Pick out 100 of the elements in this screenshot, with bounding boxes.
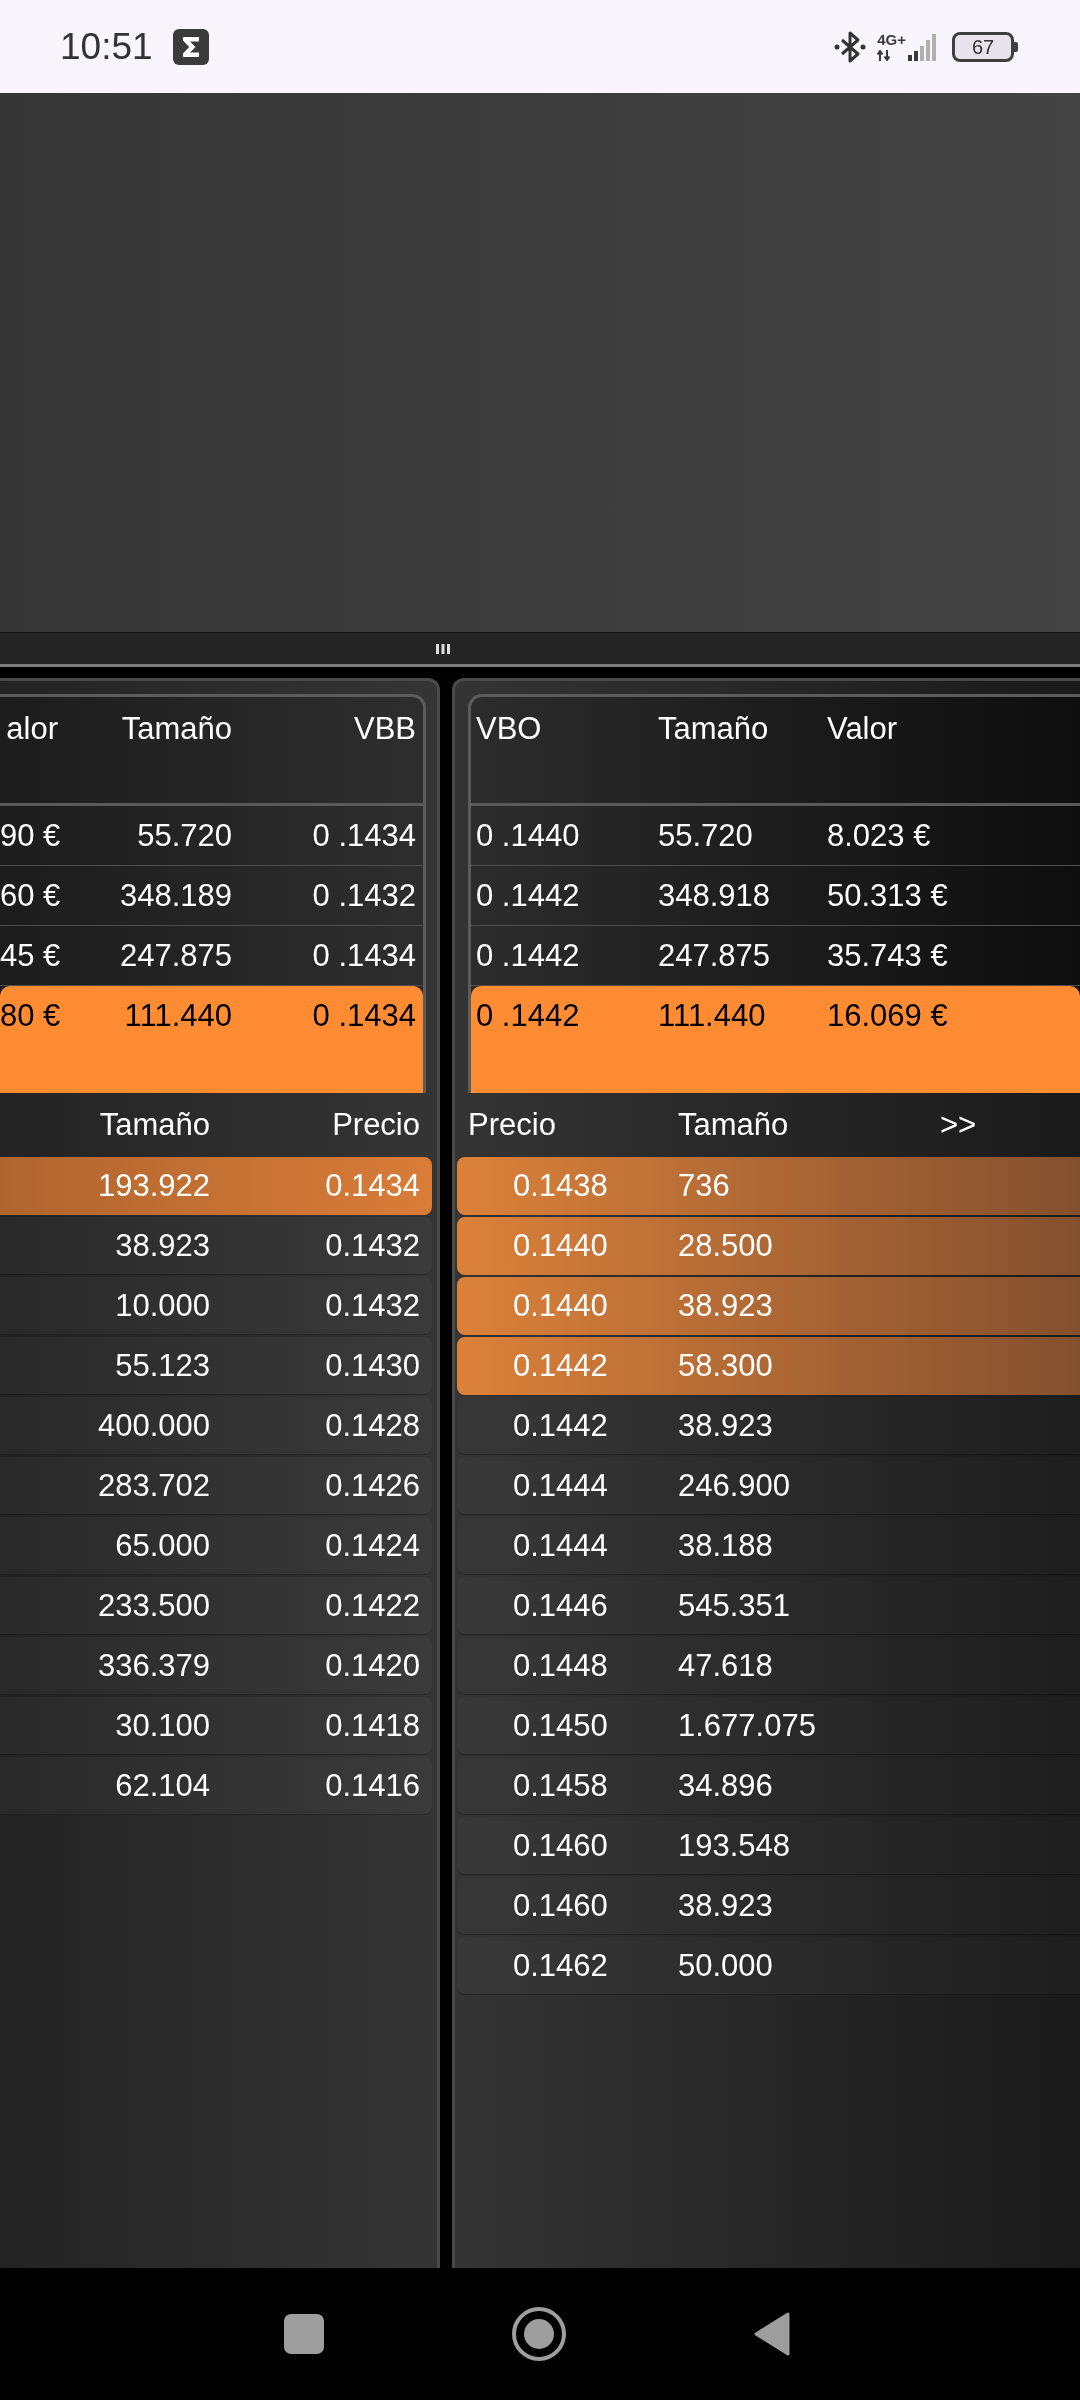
size-text: 28.500 xyxy=(678,1228,773,1264)
size-text: 336.379 xyxy=(96,1647,210,1684)
back-icon[interactable] xyxy=(754,2311,790,2357)
sigma-app-icon xyxy=(172,28,209,65)
price-text: 0.1420 xyxy=(324,1647,420,1684)
column-header: Tamaño xyxy=(678,1107,790,1143)
size-text: 545.351 xyxy=(678,1587,791,1624)
order-book-row[interactable]: 0.1440 38.923 xyxy=(457,1277,1080,1335)
battery-indicator: 67 xyxy=(952,31,1018,62)
order-book-row[interactable]: 38.923 0.1432 xyxy=(0,1217,432,1275)
network-type-text: 4G+ xyxy=(877,32,906,48)
size-text: 400.000 xyxy=(96,1407,210,1444)
order-book-row[interactable]: 336.379 0.1420 xyxy=(0,1637,432,1695)
order-book-row[interactable]: 233.500 0.1422 xyxy=(0,1577,432,1635)
order-book-row[interactable]: 30.100 0.1418 xyxy=(0,1697,432,1755)
order-book-row[interactable]: 62.104 0.1416 xyxy=(0,1757,432,1815)
amount-text: 50.313 € xyxy=(827,877,949,914)
price-text: 0.1434 xyxy=(324,1168,420,1204)
order-book-row[interactable]: 0.1450 1.677.075 xyxy=(457,1697,1080,1755)
order-book-row[interactable]: 0.1446 545.351 xyxy=(457,1577,1080,1635)
order-book-row[interactable]: 0.1462 50.000 xyxy=(457,1937,1080,1995)
price-text: 0.1440 xyxy=(512,1228,609,1264)
size-text: 38.923 xyxy=(678,1887,773,1924)
recents-icon[interactable] xyxy=(284,2314,324,2354)
size-text: 348.918 xyxy=(658,877,772,914)
price-text: 0 .1442 xyxy=(476,998,581,1034)
price-text: 0 .1432 xyxy=(311,877,416,914)
price-text: 0.1460 xyxy=(512,1827,609,1864)
order-book-row[interactable]: 0.1444 38.188 xyxy=(457,1517,1080,1575)
column-header: Tamaño xyxy=(120,711,232,748)
size-text: 55.123 xyxy=(114,1347,210,1384)
size-text: 1.677.075 xyxy=(678,1707,816,1744)
price-text: 0.1432 xyxy=(324,1287,420,1324)
column-header: Tamaño xyxy=(98,1107,210,1144)
price-text: 0.1442 xyxy=(512,1348,609,1384)
size-text: 193.922 xyxy=(96,1168,210,1204)
order-book-row[interactable]: 0.1440 28.500 xyxy=(457,1217,1080,1275)
order-book-row[interactable]: 283.702 0.1426 xyxy=(0,1457,432,1515)
signal-bars-icon xyxy=(908,33,938,61)
order-book-row[interactable]: 0.1448 47.618 xyxy=(457,1637,1080,1695)
amount-text: 60 € xyxy=(0,877,58,914)
price-text: 0.1424 xyxy=(324,1527,420,1564)
column-header: VBO xyxy=(476,711,543,748)
size-text: 247.875 xyxy=(658,937,772,974)
price-text: 0.1448 xyxy=(512,1647,609,1684)
price-text: 0 .1442 xyxy=(476,937,581,974)
order-book-row[interactable]: 0.1458 34.896 xyxy=(457,1757,1080,1815)
size-text: 246.900 xyxy=(678,1467,791,1504)
price-text: 0.1430 xyxy=(324,1347,420,1384)
size-text: 111.440 xyxy=(123,998,232,1034)
data-arrows-icon xyxy=(877,50,892,61)
price-text: 0.1422 xyxy=(324,1587,420,1624)
order-book-row[interactable]: 0.1444 246.900 xyxy=(457,1457,1080,1515)
order-book-row[interactable]: 193.922 0.1434 xyxy=(0,1157,432,1215)
order-book-row[interactable]: 55.123 0.1430 xyxy=(0,1337,432,1395)
amount-text: 16.069 € xyxy=(827,998,949,1034)
size-text: 55.720 xyxy=(658,817,754,854)
size-text: 38.923 xyxy=(114,1227,210,1264)
price-text: 0.1418 xyxy=(324,1707,420,1744)
order-book-row[interactable]: 0.1460 193.548 xyxy=(457,1817,1080,1875)
order-book-row[interactable]: 400.000 0.1428 xyxy=(0,1397,432,1455)
price-text: 0 .1434 xyxy=(311,817,416,854)
size-text: 10.000 xyxy=(114,1287,210,1324)
order-book-row[interactable]: 0.1460 38.923 xyxy=(457,1877,1080,1935)
drag-handle-icon xyxy=(436,643,450,654)
size-text: 38.188 xyxy=(678,1527,773,1564)
price-text: 0 .1442 xyxy=(476,877,581,914)
size-text: 233.500 xyxy=(96,1587,210,1624)
column-header: VBB xyxy=(352,711,416,748)
size-text: 65.000 xyxy=(114,1527,210,1564)
home-icon[interactable] xyxy=(512,2307,566,2361)
amount-text: 80 € xyxy=(0,998,58,1034)
column-header: Precio xyxy=(468,1107,557,1143)
size-text: 62.104 xyxy=(114,1767,210,1804)
size-text: 38.923 xyxy=(678,1407,773,1444)
price-text: 0.1462 xyxy=(512,1947,609,1984)
order-book-row[interactable]: 0.1442 58.300 xyxy=(457,1337,1080,1395)
price-text: 0.1444 xyxy=(512,1467,609,1504)
order-book-row[interactable]: 0.1438 736 xyxy=(457,1157,1080,1215)
more-columns-button[interactable]: >> xyxy=(940,1107,977,1143)
order-book-row[interactable]: 10.000 0.1432 xyxy=(0,1277,432,1335)
price-text: 0.1416 xyxy=(324,1767,420,1804)
order-book-row[interactable]: 65.000 0.1424 xyxy=(0,1517,432,1575)
size-text: 736 xyxy=(678,1168,730,1204)
size-text: 38.923 xyxy=(678,1288,773,1324)
column-header: Tamaño xyxy=(658,711,770,748)
order-book-row[interactable]: 0.1442 38.923 xyxy=(457,1397,1080,1455)
price-text: 0.1432 xyxy=(324,1227,420,1264)
column-header: alor xyxy=(5,711,58,748)
price-text: 0.1426 xyxy=(324,1467,420,1504)
size-text: 111.440 xyxy=(658,998,767,1034)
clock-text: 10:51 xyxy=(60,24,153,69)
size-text: 247.875 xyxy=(118,937,232,974)
price-text: 0.1460 xyxy=(512,1887,609,1924)
size-text: 193.548 xyxy=(678,1827,791,1864)
price-text: 0 .1434 xyxy=(311,937,416,974)
price-text: 0 .1434 xyxy=(311,998,416,1034)
amount-text: 45 € xyxy=(0,937,58,974)
column-header: Precio xyxy=(331,1107,420,1144)
amount-text: 8.023 € xyxy=(827,817,932,854)
